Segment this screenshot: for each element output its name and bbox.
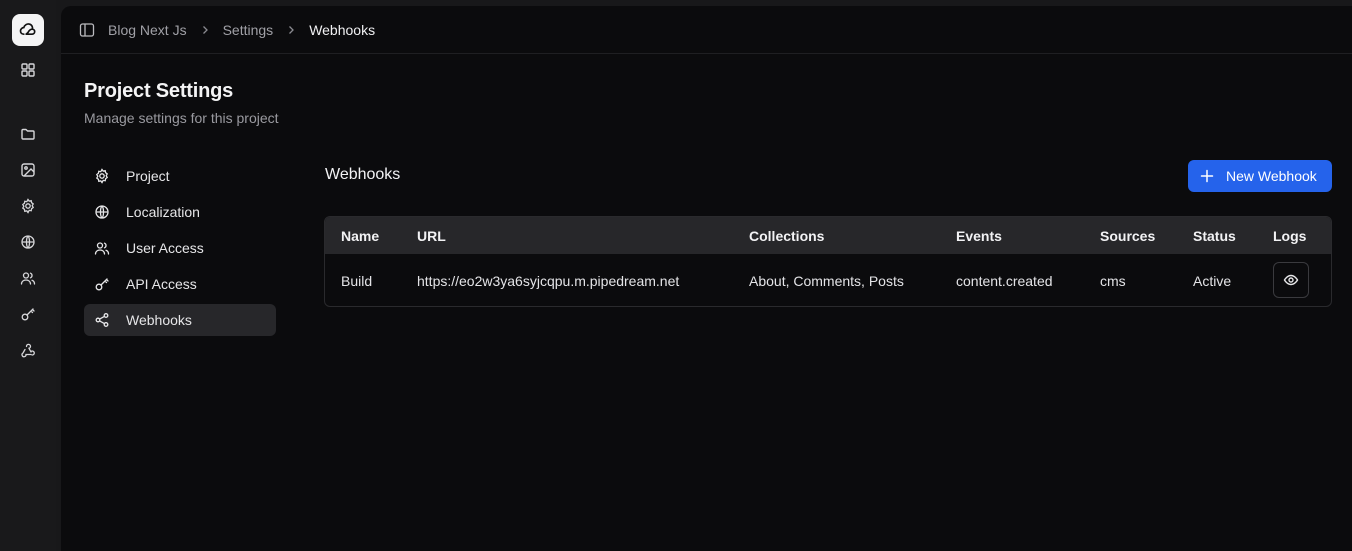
- cell-sources: cms: [1100, 272, 1126, 289]
- breadcrumb-project[interactable]: Blog Next Js: [108, 22, 187, 38]
- settings-nav-project[interactable]: Project: [84, 160, 276, 192]
- column-header-url[interactable]: URL: [417, 228, 446, 244]
- users-icon[interactable]: [16, 266, 40, 290]
- cell-status: Active: [1193, 272, 1232, 289]
- users-icon: [94, 240, 110, 256]
- cell-events: content.created: [956, 272, 1053, 289]
- grid-icon[interactable]: [16, 58, 40, 82]
- settings-nav-user-access[interactable]: User Access: [84, 232, 276, 264]
- section-title: Webhooks: [325, 166, 401, 183]
- app-rail: [0, 0, 56, 551]
- view-logs-button[interactable]: [1273, 262, 1309, 298]
- cell-name: Build: [341, 272, 373, 289]
- gear-icon: [94, 168, 110, 184]
- globe-icon: [94, 204, 110, 220]
- settings-nav-webhooks[interactable]: Webhooks: [84, 304, 276, 336]
- breadcrumb: Blog Next Js Settings Webhooks: [108, 22, 375, 38]
- settings-nav-label: Project: [126, 168, 170, 184]
- breadcrumb-settings[interactable]: Settings: [223, 22, 274, 38]
- table-header: Name URL Collections Events Sources Stat…: [325, 217, 1331, 254]
- settings-nav-label: API Access: [126, 276, 197, 292]
- globe-icon[interactable]: [16, 230, 40, 254]
- eye-icon: [1273, 262, 1309, 298]
- settings-nav-api-access[interactable]: API Access: [84, 268, 276, 300]
- image-icon[interactable]: [16, 158, 40, 182]
- new-webhook-button[interactable]: New Webhook: [1188, 160, 1332, 192]
- sidebar-toggle-icon[interactable]: [78, 21, 96, 39]
- folder-icon[interactable]: [16, 122, 40, 146]
- page-subtitle: Manage settings for this project: [84, 110, 279, 126]
- column-header-sources[interactable]: Sources: [1100, 228, 1155, 244]
- chevron-right-icon: [200, 25, 210, 35]
- settings-nav-label: Localization: [126, 204, 200, 220]
- cell-collections: About, Comments, Posts: [749, 272, 904, 289]
- column-header-status[interactable]: Status: [1193, 228, 1236, 244]
- settings-nav-label: User Access: [126, 240, 204, 256]
- top-bar: Blog Next Js Settings Webhooks: [61, 6, 1352, 54]
- table-row[interactable]: Build https://eo2w3ya6syjcqpu.m.pipedrea…: [325, 254, 1331, 306]
- gear-icon[interactable]: [16, 194, 40, 218]
- settings-nav-label: Webhooks: [126, 312, 192, 328]
- column-header-events[interactable]: Events: [956, 228, 1002, 244]
- column-header-collections[interactable]: Collections: [749, 228, 824, 244]
- chevron-right-icon: [286, 25, 296, 35]
- key-icon: [94, 276, 110, 292]
- key-icon[interactable]: [16, 302, 40, 326]
- new-webhook-label: New Webhook: [1226, 168, 1317, 184]
- share-icon: [94, 312, 110, 328]
- plus-icon: [1200, 169, 1214, 183]
- column-header-name[interactable]: Name: [341, 228, 379, 244]
- logo-icon[interactable]: [12, 14, 44, 46]
- cell-url: https://eo2w3ya6syjcqpu.m.pipedream.net: [417, 272, 680, 289]
- settings-nav-localization[interactable]: Localization: [84, 196, 276, 228]
- main-panel: Blog Next Js Settings Webhooks Project S…: [61, 6, 1352, 551]
- webhook-icon[interactable]: [16, 338, 40, 362]
- page-title: Project Settings: [84, 80, 234, 102]
- column-header-logs[interactable]: Logs: [1273, 228, 1306, 244]
- breadcrumb-webhooks: Webhooks: [309, 21, 376, 38]
- settings-nav: Project Localization User Access API Acc…: [84, 160, 276, 340]
- webhooks-table: Name URL Collections Events Sources Stat…: [324, 216, 1332, 307]
